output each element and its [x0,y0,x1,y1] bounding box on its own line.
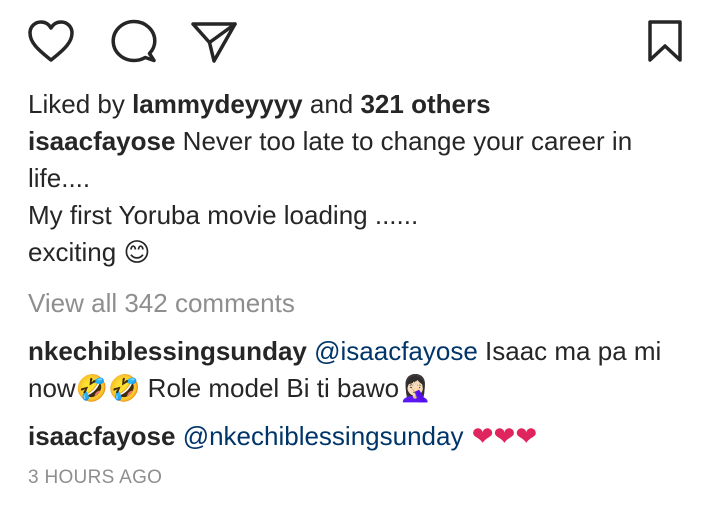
paper-plane-icon [191,22,237,63]
comment: nkechiblessingsunday @isaacfayose Isaac … [28,333,696,408]
comment-text: Role model Bi ti bawo [140,373,400,403]
speech-bubble-icon [111,19,157,63]
caption-text-3: exciting [28,237,124,267]
caption-text-1-wrap: life.... [28,163,91,193]
comment-button[interactable] [109,16,159,66]
smiling-emoji: 😊 [123,238,151,268]
heart-outline-icon [28,20,74,62]
caption-text-1: Never too late to change your career in [175,126,633,156]
like-button[interactable] [26,16,76,66]
comment-line-2: Isaac ma pa mi nownow🤣🤣 Role model Bi ti… [28,370,696,408]
likes-line: Liked by lammydeyyyy and 321 others [28,86,696,123]
comment: isaacfayose @nkechiblessingsunday ❤❤❤ [28,418,696,456]
facepalm-emoji: 🤦🏻‍♀️ [399,374,432,404]
post-details: Liked by lammydeyyyy and 321 others isaa… [28,86,696,490]
caption-username[interactable]: isaacfayose [28,126,175,156]
caption-line-1: isaacfayose Never too late to change you… [28,123,696,197]
caption-line-3: exciting 😊 [28,234,696,272]
laughing-emoji: 🤣🤣 [75,374,141,404]
caption-text-2: My first Yoruba movie loading ...... [28,200,419,230]
action-bar [26,16,690,66]
comment-text-now: now [28,373,76,403]
comment-line-1: nkechiblessingsunday @isaacfayose Isaac … [28,333,696,370]
likes-middle: and [302,89,361,119]
comment-username[interactable]: nkechiblessingsunday [28,336,307,366]
bookmark-icon [648,20,682,62]
mention-link[interactable]: @isaacfayose [314,336,478,366]
post-timestamp: 3 HOURS AGO [28,467,163,488]
view-all-comments-link[interactable]: View all 342 comments [28,285,696,322]
save-button[interactable] [640,16,690,66]
caption: isaacfayose Never too late to change you… [28,123,696,272]
comment-username[interactable]: isaacfayose [28,421,175,451]
likes-others-link[interactable]: 321 others [360,89,490,119]
liked-by-user-link[interactable]: lammydeyyyy [132,89,303,119]
comment-text: Isaac ma pa mi [477,336,662,366]
mention-link[interactable]: @nkechiblessingsunday [183,421,464,451]
hearts-emoji: ❤❤❤ [463,422,538,452]
share-button[interactable] [189,16,239,66]
likes-prefix: Liked by [28,89,133,119]
